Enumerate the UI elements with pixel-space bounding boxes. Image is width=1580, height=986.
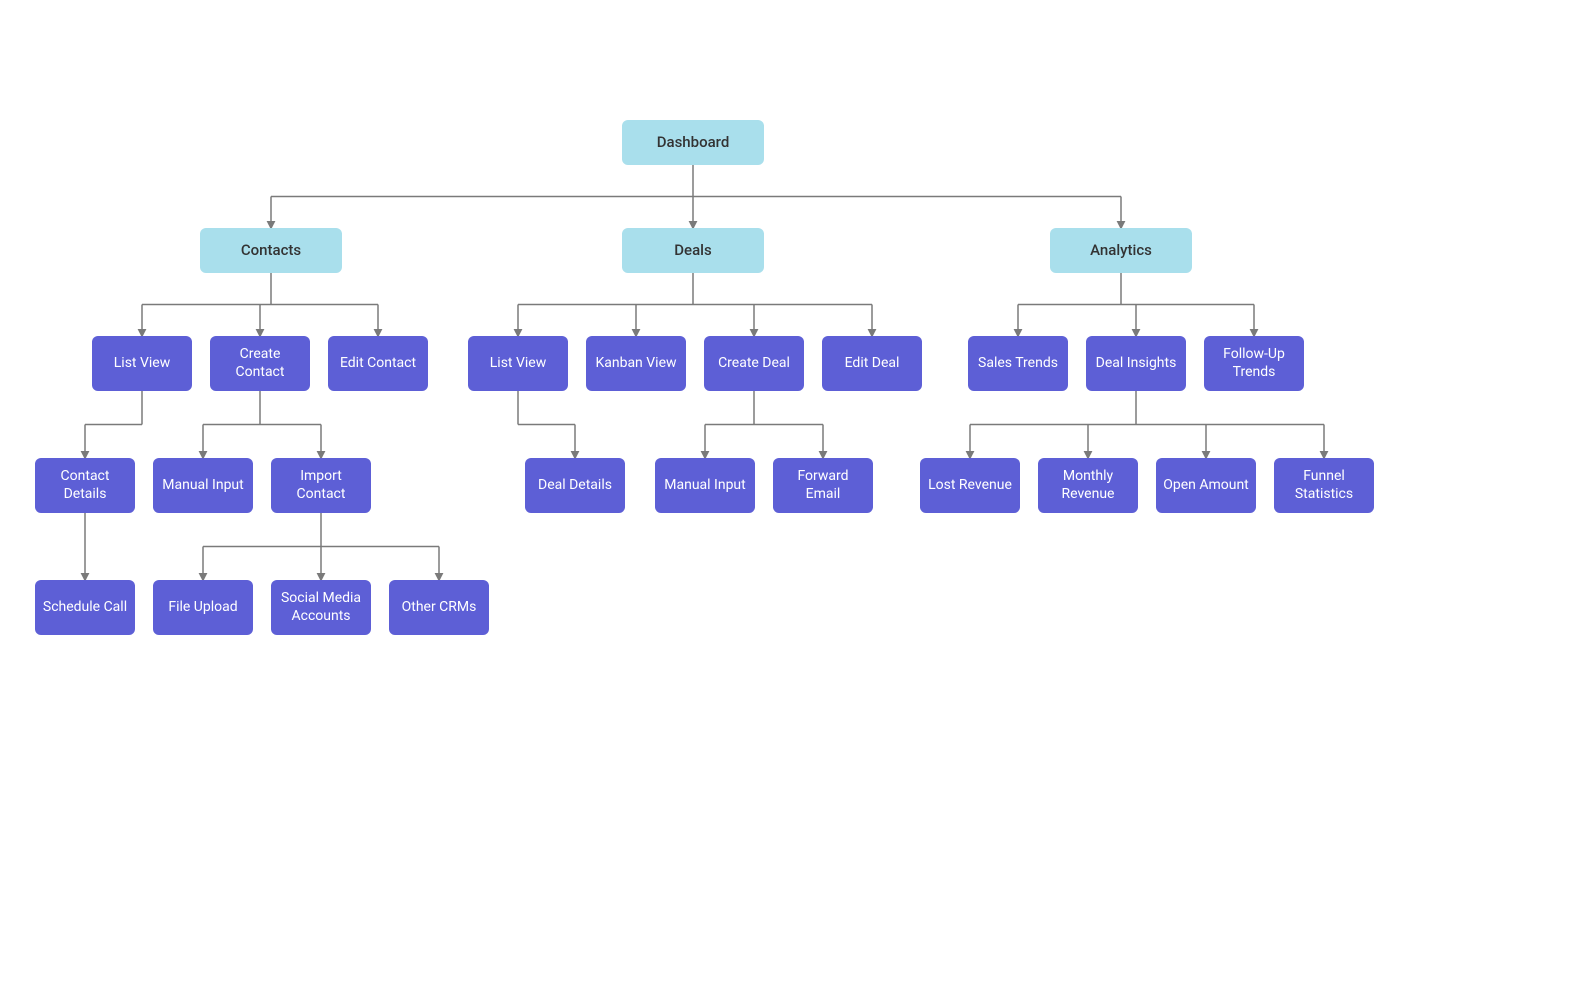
label: Monthly Revenue <box>1044 468 1132 503</box>
label: Follow-Up Trends <box>1210 346 1298 381</box>
node-contacts-list-view: List View <box>92 336 192 391</box>
label: List View <box>490 355 547 373</box>
node-funnel-statistics: Funnel Statistics <box>1274 458 1374 513</box>
node-monthly-revenue: Monthly Revenue <box>1038 458 1138 513</box>
label: Funnel Statistics <box>1280 468 1368 503</box>
node-manual-input-contact: Manual Input <box>153 458 253 513</box>
node-deal-insights: Deal Insights <box>1086 336 1186 391</box>
node-kanban-view: Kanban View <box>586 336 686 391</box>
node-follow-up-trends: Follow-Up Trends <box>1204 336 1304 391</box>
label: Other CRMs <box>402 599 477 617</box>
node-lost-revenue: Lost Revenue <box>920 458 1020 513</box>
label: Kanban View <box>595 355 676 373</box>
node-create-deal: Create Deal <box>704 336 804 391</box>
node-manual-input-deal: Manual Input <box>655 458 755 513</box>
label: File Upload <box>168 599 237 617</box>
node-schedule-call: Schedule Call <box>35 580 135 635</box>
label: Import Contact <box>277 468 365 503</box>
node-dashboard: Dashboard <box>622 120 764 165</box>
label: Deal Details <box>538 477 612 495</box>
node-social-media-accounts: Social Media Accounts <box>271 580 371 635</box>
label: Social Media Accounts <box>277 590 365 625</box>
label: Edit Deal <box>845 355 900 373</box>
label: Contacts <box>241 241 301 260</box>
label: Schedule Call <box>43 599 127 617</box>
label: Forward Email <box>779 468 867 503</box>
label: Manual Input <box>664 477 745 495</box>
label: Lost Revenue <box>928 477 1012 495</box>
node-other-crms: Other CRMs <box>389 580 489 635</box>
label: Edit Contact <box>340 355 416 373</box>
label: Analytics <box>1090 241 1152 260</box>
node-file-upload: File Upload <box>153 580 253 635</box>
label: Sales Trends <box>978 355 1058 373</box>
label: Contact Details <box>41 468 129 503</box>
node-forward-email: Forward Email <box>773 458 873 513</box>
node-create-contact: Create Contact <box>210 336 310 391</box>
diagram-canvas: Dashboard Contacts Deals Analytics List … <box>0 0 1580 986</box>
label: Create Contact <box>216 346 304 381</box>
node-analytics: Analytics <box>1050 228 1192 273</box>
node-contacts: Contacts <box>200 228 342 273</box>
label: Create Deal <box>718 355 790 373</box>
label: Manual Input <box>162 477 243 495</box>
label: Deals <box>674 241 711 260</box>
label: Deal Insights <box>1096 355 1177 373</box>
node-sales-trends: Sales Trends <box>968 336 1068 391</box>
label: Dashboard <box>657 133 730 152</box>
node-edit-deal: Edit Deal <box>822 336 922 391</box>
label: List View <box>114 355 171 373</box>
node-open-amount: Open Amount <box>1156 458 1256 513</box>
node-deals-list-view: List View <box>468 336 568 391</box>
node-deals: Deals <box>622 228 764 273</box>
node-import-contact: Import Contact <box>271 458 371 513</box>
node-edit-contact: Edit Contact <box>328 336 428 391</box>
node-contact-details: Contact Details <box>35 458 135 513</box>
label: Open Amount <box>1163 477 1249 495</box>
node-deal-details: Deal Details <box>525 458 625 513</box>
